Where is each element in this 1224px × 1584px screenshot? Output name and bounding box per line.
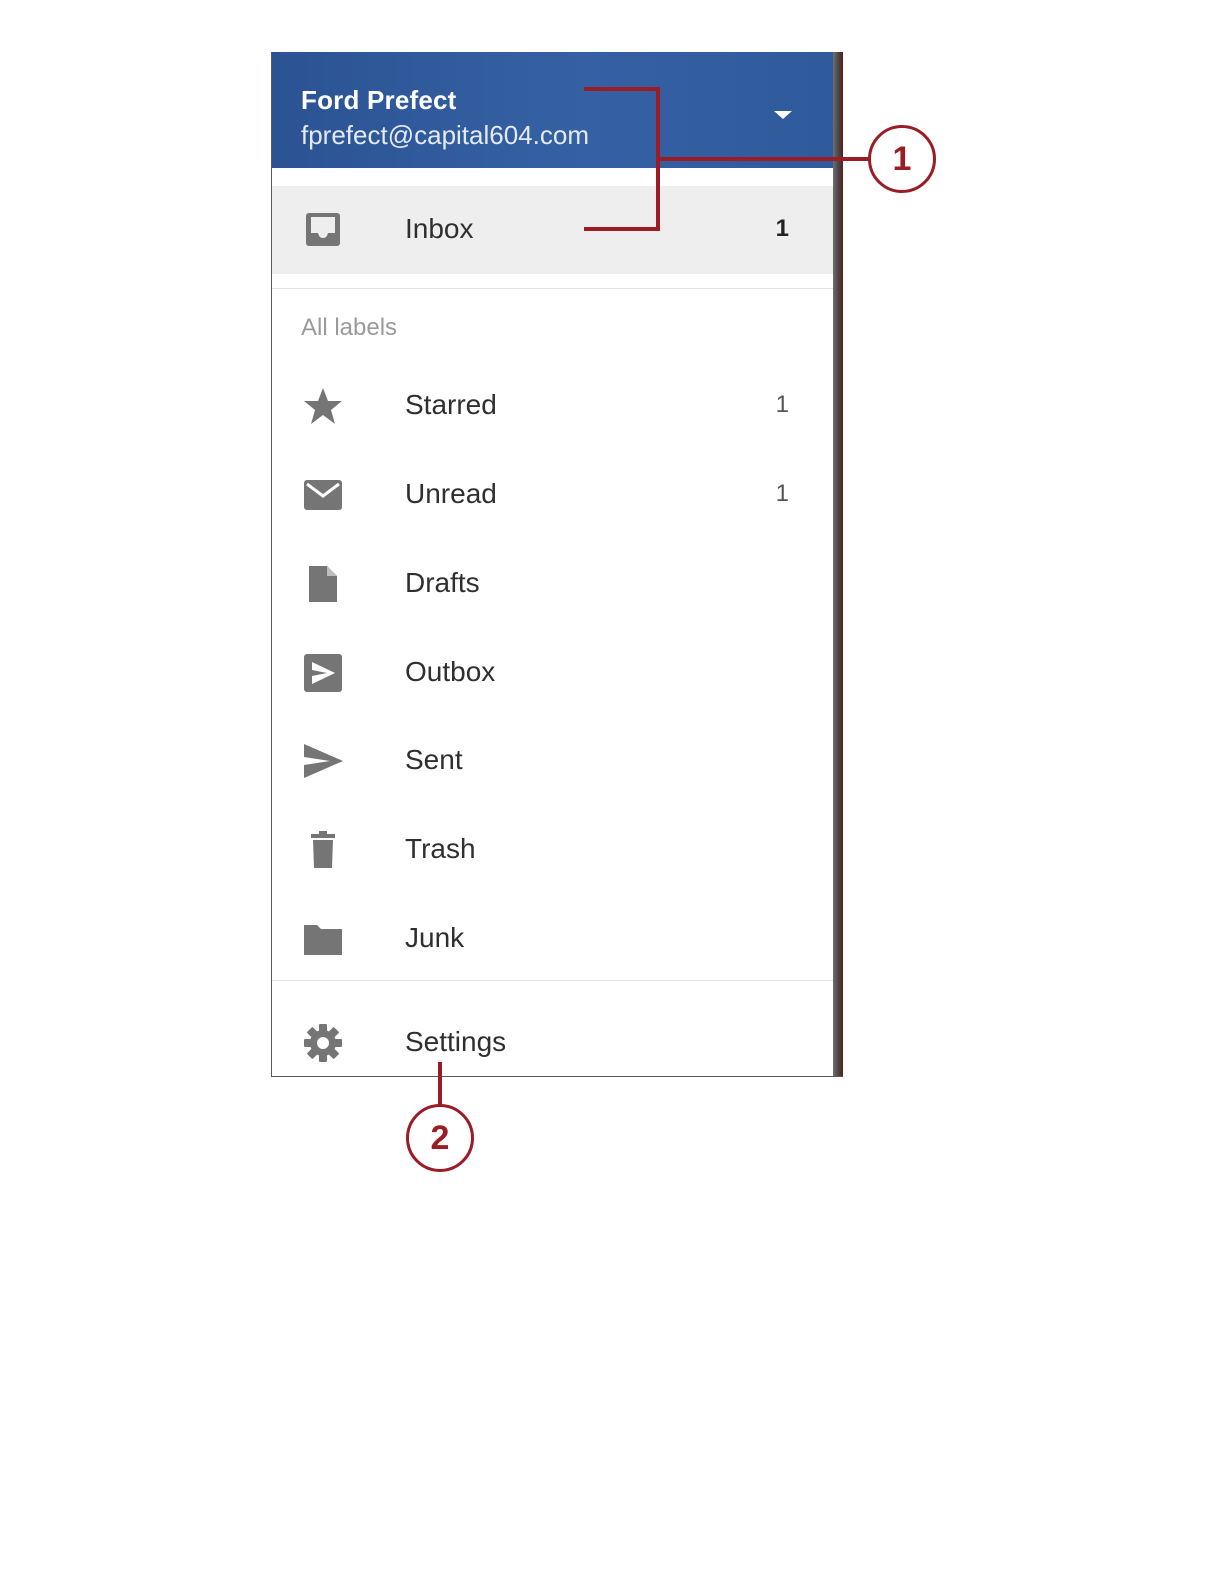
gear-icon [304,1024,342,1062]
mail-icon [304,480,342,510]
item-count: 1 [775,391,789,418]
navigation-drawer: Ford Prefect fprefect@capital604.com Inb… [271,52,843,1077]
drawer-item-label: Inbox [405,213,474,244]
draft-icon [309,566,337,602]
section-heading-all-labels: All labels [301,314,398,341]
dropdown-arrow-icon [774,111,792,119]
callout-leader-line [660,157,870,161]
drawer-item-junk[interactable]: Junk [272,895,834,983]
drawer-item-sent[interactable]: Sent [272,717,834,805]
account-email: fprefect@capital604.com [301,120,589,150]
send-icon [304,744,343,778]
divider [272,980,834,981]
drawer-item-label: Junk [405,922,465,953]
drawer-item-starred[interactable]: Starred 1 [272,362,834,450]
drawer-item-label: Outbox [405,656,496,687]
unread-count: 1 [775,215,789,242]
drawer-item-label: Drafts [405,567,480,598]
callout-number: 1 [868,125,936,193]
background-app-edge [833,52,843,1076]
callout-number: 2 [406,1104,474,1172]
callout-bracket-top [584,87,660,91]
inbox-icon [306,213,340,246]
drawer-item-outbox[interactable]: Outbox [272,629,834,717]
drawer-item-unread[interactable]: Unread 1 [272,451,834,539]
outbox-icon [304,654,342,692]
drawer-item-label: Starred [405,389,497,420]
callout-bracket-bottom [584,227,660,231]
folder-icon [304,925,342,955]
trash-icon [311,831,335,868]
drawer-item-label: Unread [405,478,497,509]
drawer-item-label: Sent [405,744,463,775]
drawer-item-settings[interactable]: Settings [272,999,834,1076]
star-icon [304,388,342,424]
drawer-item-label: Settings [405,1026,507,1057]
account-header[interactable]: Ford Prefect fprefect@capital604.com [272,52,834,168]
divider [272,288,834,289]
drawer-item-trash[interactable]: Trash [272,806,834,894]
account-name: Ford Prefect [301,85,457,115]
callout-leader-line [438,1062,442,1106]
drawer-item-label: Trash [405,833,476,864]
account-dropdown-button[interactable] [770,102,796,128]
item-count: 1 [775,480,789,507]
drawer-item-drafts[interactable]: Drafts [272,540,834,628]
drawer-item-inbox[interactable]: Inbox 1 [272,186,834,274]
